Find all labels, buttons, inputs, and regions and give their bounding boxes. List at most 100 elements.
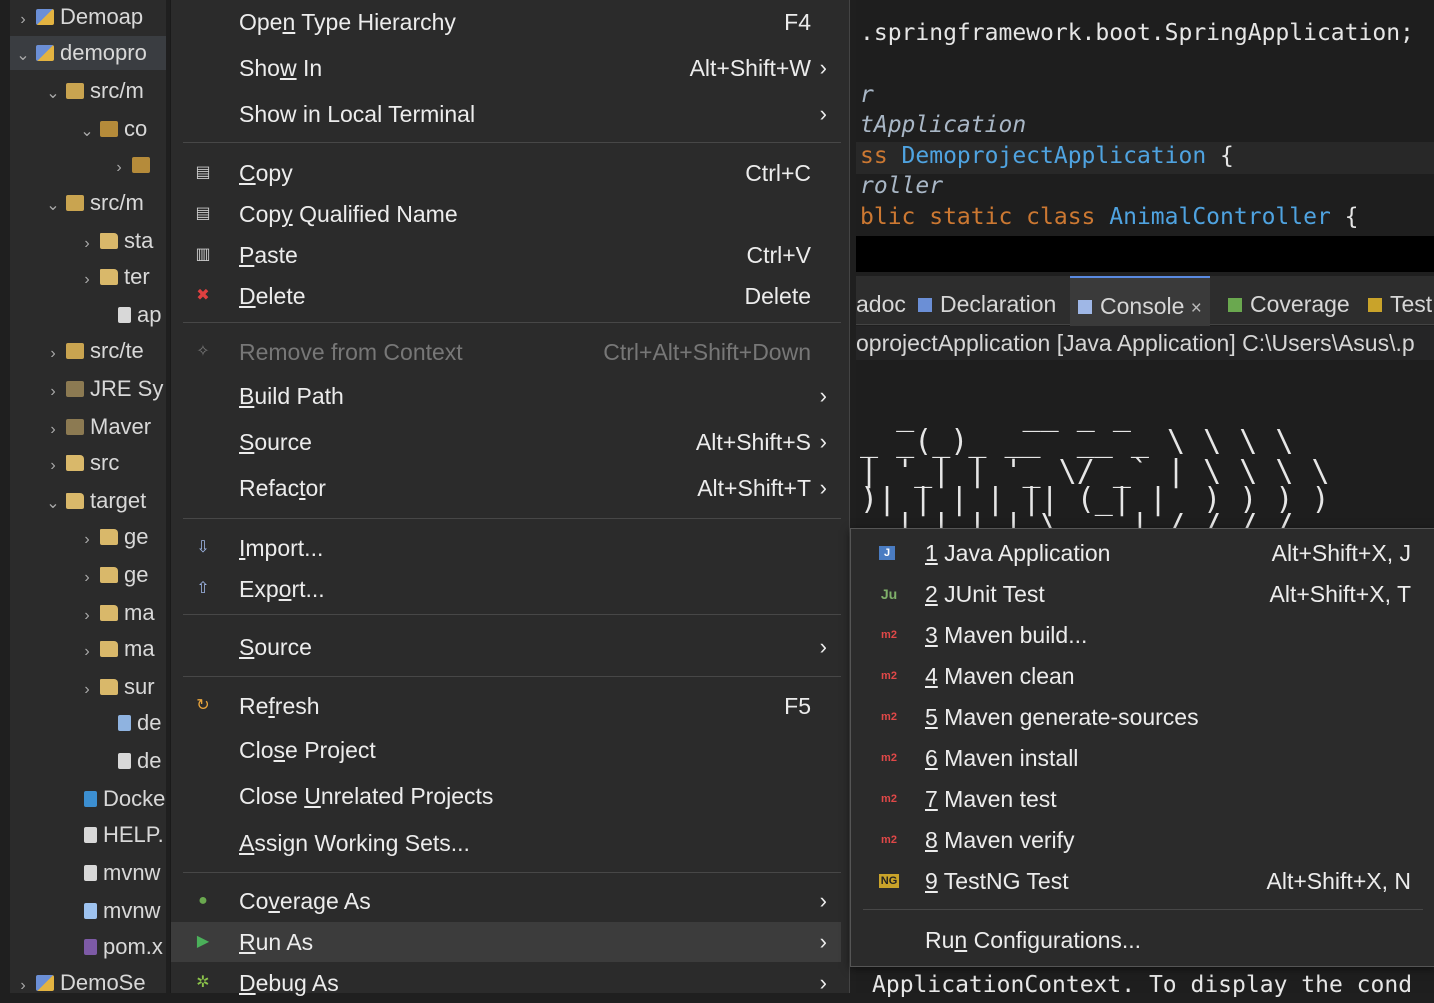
chevron-right-icon[interactable]: › [44,449,62,483]
tree-item-folder[interactable]: › ma [78,632,154,669]
menu-item-show-in[interactable]: Show In Alt+Shift+W › [171,48,841,88]
chevron-right-icon[interactable]: › [14,969,32,993]
run-configurations[interactable]: Run Configurations... [851,920,1434,960]
tree-item-package[interactable]: ⌄ co [78,112,147,146]
chevron-right-icon[interactable]: › [78,523,96,557]
menu-item-paste[interactable]: ▥ Paste Ctrl+V [171,235,841,275]
tree-item-java-file[interactable]: › [110,148,156,182]
menu-item-open-type-hierarchy[interactable]: Open Type Hierarchy F4 [171,2,841,42]
chevron-right-icon[interactable]: › [78,635,96,669]
java-application-icon: J [879,546,895,560]
tree-item-folder[interactable]: › sta [78,224,153,258]
menu-item-export[interactable]: ⇧ Export... [171,569,841,609]
tree-item-file[interactable]: de [96,706,161,740]
close-icon[interactable]: × [1191,298,1202,319]
menu-item-copy[interactable]: ▤ Copy Ctrl+C [171,153,841,193]
menu-item-assign-working-sets[interactable]: Assign Working Sets... [171,823,841,863]
run-as-maven-install[interactable]: m2 6 Maven install [851,738,1434,778]
code-line: .springframework.boot.SpringApplication; [860,20,1414,46]
menu-item-delete[interactable]: ✖ Delete Delete [171,276,841,316]
chevron-down-icon[interactable]: ⌄ [14,39,32,73]
tree-item-file[interactable]: mvnw [62,894,160,928]
folder-icon [100,679,118,695]
menu-item-source[interactable]: Source Alt+Shift+S › [171,422,841,462]
menu-item-show-in-local-terminal[interactable]: Show in Local Terminal › [171,94,841,134]
menu-item-run-as[interactable]: ▶ Run As › [171,922,841,962]
chevron-right-icon[interactable]: › [44,375,62,409]
menu-item-refresh[interactable]: ↻ Refresh F5 [171,686,841,726]
tree-item-file[interactable]: de [96,744,161,778]
menu-item-close-unrelated-projects[interactable]: Close Unrelated Projects [171,776,841,816]
tree-item-folder[interactable]: › ge [78,520,148,554]
run-as-maven-generate-sources[interactable]: m2 5 Maven generate-sources [851,697,1434,737]
tree-item-folder[interactable]: › src [44,446,119,480]
tree-item-source-folder[interactable]: ⌄ src/m [44,74,143,111]
run-as-maven-build[interactable]: m2 3 Maven build... [851,615,1434,655]
tree-item-folder[interactable]: › ma [78,596,154,633]
tree-item-project[interactable]: › DemoSe [14,966,145,993]
run-as-maven-clean[interactable]: m2 4 Maven clean [851,656,1434,696]
tree-item-file[interactable]: ap [96,298,161,332]
chevron-right-icon[interactable]: › [78,599,96,633]
tree-item-library[interactable]: › Maver [44,410,151,444]
editor-horizontal-scrollbar[interactable] [856,236,1434,272]
tree-item-file[interactable]: mvnw [62,856,160,890]
menu-item-import[interactable]: ⇩ Import... [171,528,841,568]
tree-item-folder[interactable]: › ge [78,558,148,592]
tree-item-project[interactable]: › Demoap [14,0,143,34]
tree-item-folder[interactable]: › ter [78,260,149,297]
code-editor[interactable]: .springframework.boot.SpringApplication;… [856,0,1434,250]
chevron-right-icon[interactable]: › [14,3,32,37]
tab-declaration[interactable]: Declaration [918,276,1056,324]
tree-item-source-folder[interactable]: › src/te [44,334,143,371]
run-as-junit-test[interactable]: Ju 2 JUnit Test Alt+Shift+X, T [851,574,1434,614]
menu-item-debug-as[interactable]: ✲ Debug As › [171,963,841,1003]
menu-separator [183,614,841,615]
menu-item-build-path[interactable]: Build Path › [171,376,841,416]
chevron-right-icon[interactable]: › [44,337,62,371]
chevron-down-icon[interactable]: ⌄ [44,189,62,223]
maven-icon: m2 [881,793,897,805]
console-icon [1078,300,1092,314]
folder-icon [100,233,118,249]
tree-item-project[interactable]: ⌄ demopro [10,36,166,70]
chevron-down-icon[interactable]: ⌄ [78,115,96,149]
chevron-right-icon[interactable]: › [78,673,96,707]
chevron-right-icon[interactable]: › [110,151,128,185]
menu-item-copy-qualified-name[interactable]: ▤ Copy Qualified Name [171,194,841,234]
menu-item-close-project[interactable]: Close Project [171,730,841,770]
testng-icon [1368,298,1382,312]
chevron-right-icon[interactable]: › [78,561,96,595]
tree-item-library[interactable]: › JRE Sy [44,372,163,406]
chevron-down-icon[interactable]: ⌄ [44,487,62,521]
menu-item-refactor[interactable]: Refactor Alt+Shift+T › [171,468,841,508]
run-as-testng-test[interactable]: NG 9 TestNG Test Alt+Shift+X, N [851,861,1434,901]
menu-separator [183,676,841,677]
run-as-maven-verify[interactable]: m2 8 Maven verify [851,820,1434,860]
tree-item-file[interactable]: Docke [62,782,165,816]
folder-icon [100,529,118,545]
tab-javadoc[interactable]: adoc [856,276,906,324]
chevron-right-icon[interactable]: › [78,263,96,297]
tree-item-folder[interactable]: › sur [78,670,154,707]
tab-testng[interactable]: Test [1368,276,1432,324]
chevron-down-icon[interactable]: ⌄ [44,77,62,111]
run-as-java-application[interactable]: J1 Java Application Alt+Shift+X, J [851,533,1434,573]
export-icon: ⇧ [196,580,210,597]
folder-icon [100,605,118,621]
run-as-maven-test[interactable]: m2 7 Maven test [851,779,1434,819]
tree-item-file[interactable]: pom.x [62,930,163,964]
project-explorer: › Demoap ⌄ demopro ⌄ src/m ⌄ co › ⌄ src/m › st… [10,0,166,993]
debug-icon: ✲ [196,974,210,991]
coverage-icon: ● [198,892,208,909]
folder-icon [100,269,118,285]
menu-item-coverage-as[interactable]: ● Coverage As › [171,881,841,921]
menu-item-source[interactable]: Source › [171,627,841,667]
chevron-right-icon[interactable]: › [78,227,96,261]
tab-console[interactable]: Console × [1070,276,1210,326]
tab-coverage[interactable]: Coverage [1228,276,1350,324]
chevron-right-icon[interactable]: › [44,413,62,447]
tree-item-folder[interactable]: ⌄ target [44,484,146,518]
tree-item-file[interactable]: HELP. [62,818,164,852]
tree-item-source-folder[interactable]: ⌄ src/m [44,186,143,223]
